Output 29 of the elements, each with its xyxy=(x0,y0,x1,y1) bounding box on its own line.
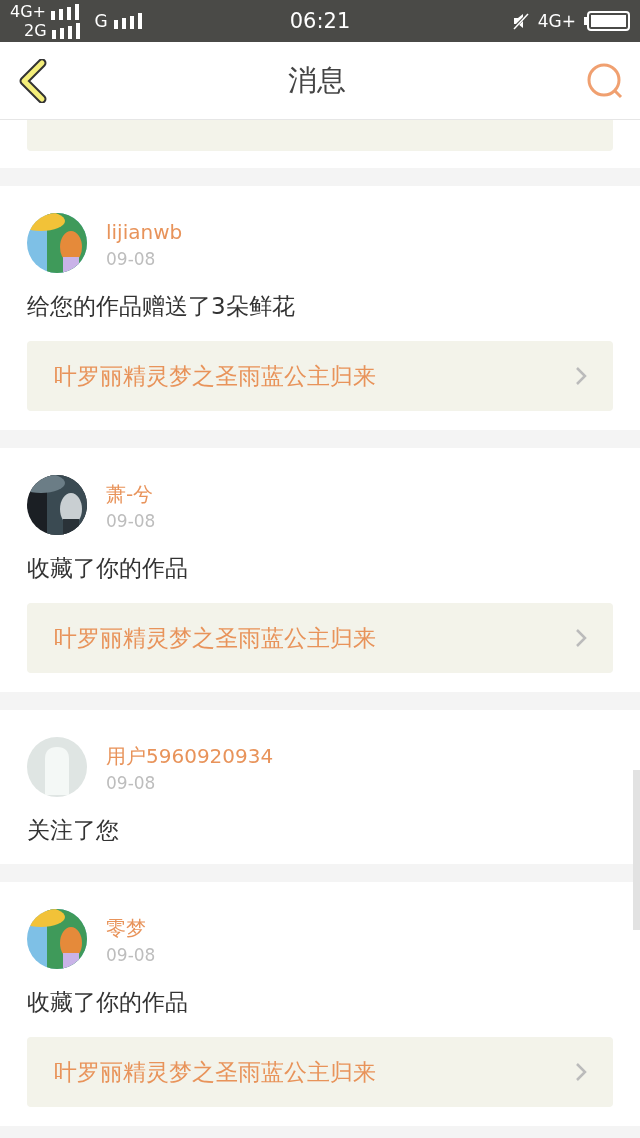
message-date: 09-08 xyxy=(106,944,156,967)
chevron-right-icon xyxy=(575,628,587,648)
network-label: 4G+ xyxy=(10,2,46,21)
network-label: G xyxy=(94,11,108,31)
work-link[interactable]: 叶罗丽精灵梦之圣雨蓝公主归来 xyxy=(27,603,613,673)
network-label: 4G+ xyxy=(537,11,576,31)
chevron-right-icon xyxy=(575,1062,587,1082)
message-text: 收藏了你的作品 xyxy=(27,554,189,583)
network-label: 2G xyxy=(24,21,47,40)
message-text: 收藏了你的作品 xyxy=(27,988,189,1017)
search-button[interactable] xyxy=(586,61,624,100)
message-date: 09-08 xyxy=(106,510,156,533)
user-name[interactable]: lijianwb xyxy=(106,219,183,245)
message-date: 09-08 xyxy=(106,248,157,271)
page-title: 消息 xyxy=(288,61,346,99)
user-name[interactable]: 零梦 xyxy=(106,915,156,941)
message-date: 09-08 xyxy=(106,772,157,795)
avatar-placeholder-icon xyxy=(27,737,87,797)
mute-icon xyxy=(511,12,530,30)
chevron-right-icon xyxy=(575,366,587,386)
clock: 06:21 xyxy=(289,9,351,33)
work-link[interactable]: 叶罗丽精灵梦之圣雨蓝公主归来 xyxy=(27,1037,613,1107)
user-name[interactable]: 用户5960920934 xyxy=(106,743,274,769)
message-text: 给您的作品赠送了3朵鲜花 xyxy=(27,292,296,321)
work-link[interactable]: 叶罗丽精灵梦之圣雨蓝公主归来 xyxy=(27,341,613,411)
back-button[interactable] xyxy=(18,58,48,103)
user-name[interactable]: 萧-兮 xyxy=(106,481,156,507)
battery-icon xyxy=(584,11,630,31)
message-text: 关注了您 xyxy=(27,816,120,845)
